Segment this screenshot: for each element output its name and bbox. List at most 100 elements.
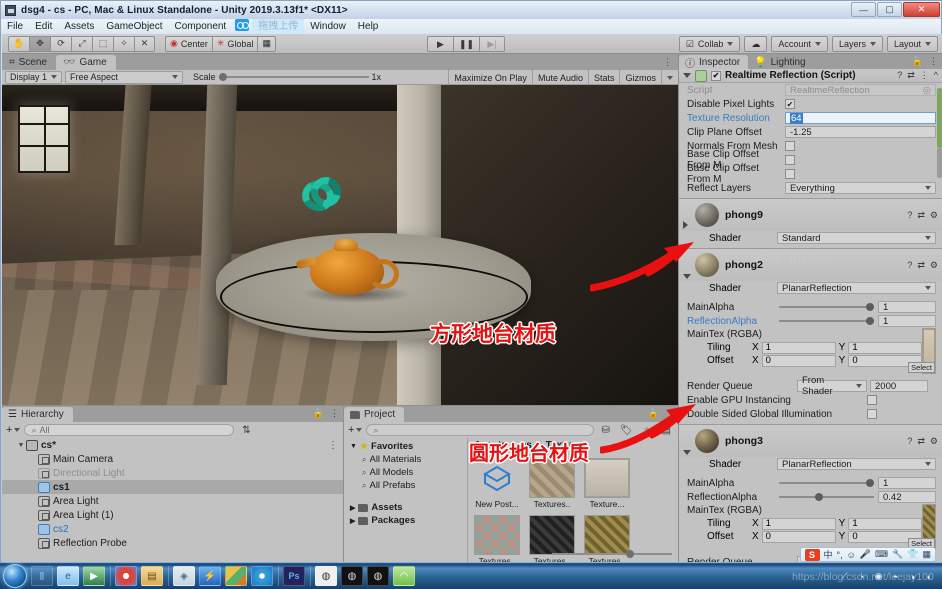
preset-icon[interactable]: ⇄ — [917, 260, 925, 271]
disable-pixel-lights-checkbox[interactable]: ✔ — [785, 99, 795, 109]
sogou-logo-icon[interactable]: S — [804, 548, 820, 561]
maximize-button[interactable]: ▢ — [877, 2, 902, 17]
tiling-x-input-phong2[interactable]: 1 — [761, 341, 836, 354]
project-folder-packages[interactable]: ▶ Packages — [344, 514, 467, 527]
rect-tool-button[interactable]: ⬚ — [92, 35, 113, 52]
tab-lighting[interactable]: 💡 Lighting — [748, 55, 813, 69]
kebab-menu-icon[interactable]: ⋮ — [328, 440, 338, 451]
gizmos-dropdown-icon[interactable] — [661, 70, 678, 85]
list-item[interactable]: Main Camera — [2, 452, 343, 466]
chrome2-icon[interactable] — [251, 566, 273, 586]
zoom-slider-track[interactable] — [552, 550, 672, 558]
list-item[interactable]: cs1 — [2, 480, 343, 494]
asset-zoom-slider[interactable] — [552, 549, 672, 559]
help-icon[interactable]: ? — [907, 436, 912, 447]
kebab-menu-icon[interactable]: ⋮ — [920, 70, 929, 81]
unity-hub-icon[interactable]: ◈ — [173, 566, 195, 586]
hierarchy-sort-icon[interactable]: ⇅ — [238, 425, 254, 436]
collapse-arrow-icon[interactable]: ▶ — [350, 517, 355, 525]
layers-button[interactable]: Layers — [831, 36, 883, 52]
menu-item-upload[interactable]: 拖拽上传 — [252, 19, 305, 34]
maximize-on-play-toggle[interactable]: Maximize On Play — [448, 70, 532, 85]
ime-mode-chinese[interactable]: 中 — [824, 548, 833, 561]
project-add-button[interactable]: + — [348, 424, 363, 436]
cloud-button[interactable]: ☁ — [744, 36, 768, 52]
texture-resolution-input[interactable]: 64 — [785, 112, 936, 124]
material-header-phong9[interactable]: phong9 ? ⇄ ⚙ — [679, 199, 942, 231]
pivot-mode-button[interactable]: ◉ Center — [165, 35, 212, 52]
tab-game[interactable]: 👓 Game — [56, 55, 116, 70]
inspector-scrollbar-thumb[interactable] — [937, 88, 942, 148]
lock-icon[interactable]: 🔒 — [313, 408, 324, 419]
start-orb-icon[interactable] — [3, 564, 27, 588]
foxit-reader-icon[interactable]: ▶ — [83, 566, 105, 586]
project-search-input[interactable]: ⌕ — [366, 424, 595, 436]
list-item[interactable]: cs2 — [2, 522, 343, 536]
menu-item-component[interactable]: Component — [169, 19, 233, 34]
material-header-phong2[interactable]: phong2 VR与_gfpl_vx ? ⇄ ⚙ — [679, 249, 942, 281]
unity2-icon[interactable]: ◍ — [341, 566, 363, 586]
help-icon[interactable]: ? — [907, 260, 912, 271]
kebab-menu-icon[interactable]: ⋮ — [929, 56, 938, 67]
slider-knob[interactable] — [866, 317, 874, 325]
step-button[interactable]: ▶| — [479, 36, 505, 52]
wechat-icon[interactable]: ◠ — [393, 566, 415, 586]
scale-slider-track[interactable] — [218, 73, 369, 81]
menu-item-file[interactable]: File — [1, 19, 29, 34]
account-button[interactable]: Account — [771, 36, 828, 52]
list-item[interactable]: Reflection Probe — [2, 536, 343, 550]
close-button[interactable]: ✕ — [903, 2, 940, 17]
collapse-arrow-icon[interactable]: ▶ — [350, 504, 355, 512]
minimize-button[interactable]: — — [851, 2, 876, 17]
shader-dropdown-phong9[interactable]: Standard — [777, 232, 936, 244]
filter-label-icon[interactable]: 🏷 — [617, 425, 636, 436]
view-mode-icon[interactable]: ▤ — [659, 425, 674, 436]
ime-skin-icon[interactable]: 👕 — [907, 549, 918, 560]
maintex-thumbnail-phong2[interactable]: Select — [908, 328, 936, 374]
reflectionalpha-slider-phong2[interactable] — [779, 317, 874, 325]
mainalpha-slider-phong2[interactable] — [779, 303, 874, 311]
slider-track[interactable] — [779, 317, 874, 325]
slider-track[interactable] — [779, 479, 874, 487]
slider-knob[interactable] — [866, 479, 874, 487]
mainalpha-slider-phong3[interactable] — [779, 479, 874, 487]
view-tab-menu-icon[interactable]: ⋮ — [663, 57, 672, 68]
unity3-icon[interactable]: ◍ — [367, 566, 389, 586]
ime-punctuation-icon[interactable]: °, — [837, 550, 843, 560]
clip-plane-offset-input[interactable]: -1.25 — [785, 126, 936, 138]
expand-arrow-icon[interactable]: ▼ — [16, 442, 26, 449]
help-icon[interactable]: ? — [907, 210, 912, 221]
help-icon[interactable]: ? — [897, 70, 902, 81]
maintex-thumbnail-phong3[interactable]: Select — [908, 504, 936, 550]
play-button[interactable]: ▶ — [427, 36, 453, 52]
hierarchy-add-button[interactable]: + — [6, 424, 21, 436]
tiling-y-input-phong2[interactable]: 1 — [848, 341, 923, 354]
photoshop-icon[interactable]: Ps — [283, 566, 305, 586]
menu-item-edit[interactable]: Edit — [29, 19, 58, 34]
ime-voice-icon[interactable]: 🎤 — [860, 549, 871, 560]
render-queue-mode-dropdown-phong2[interactable]: From Shader — [797, 375, 867, 397]
slider-knob[interactable] — [866, 303, 874, 311]
fold-arrow-icon[interactable] — [683, 450, 691, 455]
list-item[interactable]: Directional Light — [2, 466, 343, 480]
menu-item-assets[interactable]: Assets — [58, 19, 100, 34]
list-item[interactable]: ▼ cs* ⋮ — [2, 438, 343, 452]
unity-icon[interactable]: ◍ — [315, 566, 337, 586]
mainalpha-value-input-phong2[interactable]: 1 — [878, 301, 936, 313]
layout-button[interactable]: Layout — [886, 36, 938, 52]
explorer-icon[interactable]: ▤ — [141, 566, 163, 586]
fold-arrow-icon[interactable] — [683, 73, 691, 78]
reflectionalpha-value-input-phong3[interactable]: 0.42 — [878, 491, 936, 503]
asset-item[interactable]: Textures.. — [474, 515, 520, 566]
tiling-y-input-phong3[interactable]: 1 — [848, 517, 923, 530]
rotate-tool-button[interactable]: ⟳ — [50, 35, 71, 52]
menu-item-help[interactable]: Help — [352, 19, 385, 34]
custom-editor-tool-button[interactable]: ✕ — [134, 35, 155, 52]
tab-scene[interactable]: ⌗ Scene — [2, 55, 56, 70]
lock-icon[interactable]: 🔓 — [912, 56, 923, 67]
kebab-menu-icon[interactable]: ⋮ — [665, 408, 674, 419]
gear-icon[interactable]: ⚙ — [930, 260, 938, 271]
move-tool-button[interactable]: ✥ — [29, 35, 50, 52]
ime-panel-icon[interactable]: ▦ — [922, 549, 931, 560]
gpu-instancing-checkbox-phong2[interactable] — [867, 395, 877, 405]
